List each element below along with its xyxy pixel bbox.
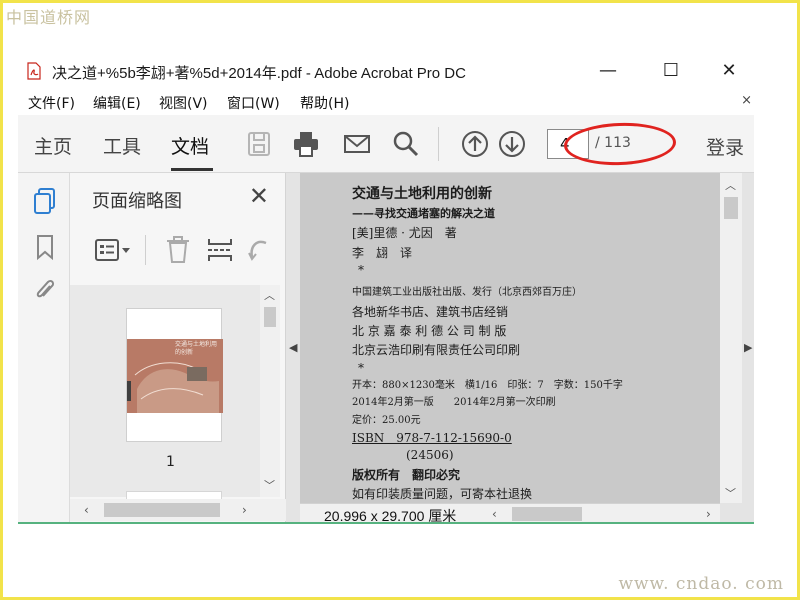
menu-file[interactable]: 文件(F): [28, 93, 75, 113]
doc-line-copyright: 版权所有 翻印必究: [352, 468, 461, 482]
page-down-icon[interactable]: [497, 129, 527, 159]
doc-line-price: 定价：25.00元: [352, 415, 421, 426]
status-scroll-right-icon[interactable]: ›: [706, 507, 711, 521]
minimize-button[interactable]: —: [592, 58, 624, 84]
thumbnail-scroll-thumb[interactable]: [264, 307, 276, 327]
menu-view[interactable]: 视图(V): [159, 93, 208, 113]
doc-line-return: 如有印装质量问题，可寄本社退换: [352, 487, 533, 501]
watermark-bottom-right: www. cndao. com: [618, 574, 784, 594]
thumbnail-page-1[interactable]: 交通与土地利用的创新: [126, 308, 223, 442]
menu-edit[interactable]: 编辑(E): [93, 93, 141, 113]
scroll-up-arrow-icon[interactable]: ︿: [264, 287, 275, 303]
extract-pages-icon[interactable]: [205, 235, 235, 265]
highlight-oval-annotation: [563, 121, 677, 167]
scroll-right-arrow-icon[interactable]: ›: [242, 503, 247, 517]
search-icon[interactable]: [391, 129, 421, 159]
thumbnail-vertical-scrollbar[interactable]: ︿ ﹀: [260, 285, 280, 497]
bookmark-icon[interactable]: [32, 233, 58, 261]
thumbnail-pane: 页面缩略图 ✕ 交通与土地利用的创新 1 ︿ ﹀ ‹ ›: [70, 173, 286, 524]
active-tab-indicator: [171, 168, 213, 171]
cover-title-text: 交通与土地利用的创新: [175, 341, 218, 356]
acrobat-window: 决之道+%5b李翃+著%5d+2014年.pdf - Adobe Acrobat…: [18, 52, 754, 524]
green-divider-line: [18, 522, 754, 524]
thumbnail-options-icon[interactable]: [94, 237, 134, 265]
status-bar: 20.996 x 29.700 厘米 ‹ ›: [300, 503, 720, 524]
document-vertical-scrollbar[interactable]: ︿ ﹀: [720, 173, 742, 503]
menu-window[interactable]: 窗口(W): [227, 93, 280, 113]
page-thumbnails-icon[interactable]: [32, 187, 58, 215]
menu-help[interactable]: 帮助(H): [300, 93, 349, 113]
doc-line-author: [美]里德 · 尤因 著: [352, 226, 457, 240]
thumbnail-list: 交通与土地利用的创新 1: [70, 285, 260, 499]
rotate-page-icon[interactable]: [246, 235, 270, 265]
previous-page-arrow-icon[interactable]: ◀: [289, 341, 297, 354]
doc-line-format: 开本：880×1230毫米 横1/16 印张：7 字数：150千字: [352, 380, 623, 391]
thumbnail-hscroll-thumb[interactable]: [104, 503, 220, 517]
doc-scroll-up-arrow-icon[interactable]: ︿: [725, 177, 736, 193]
thumbnail-page-number: 1: [166, 454, 175, 470]
thumbnail-tools-separator: [145, 235, 146, 265]
title-bar: 决之道+%5b李翃+著%5d+2014年.pdf - Adobe Acrobat…: [18, 52, 754, 90]
doc-line-distributor: 各地新华书店、建筑书店经销: [352, 305, 509, 319]
navigation-rail: [18, 173, 70, 524]
close-pane-icon[interactable]: ✕: [249, 182, 269, 210]
document-hscroll-thumb[interactable]: [512, 507, 582, 521]
mail-icon[interactable]: [342, 129, 372, 159]
doc-line-star-2: *: [358, 361, 364, 375]
toolbar-separator: [438, 127, 439, 161]
doc-line-translator: 李 翃 译: [352, 246, 413, 260]
doc-line-isbn: ISBN 978-7-112-15690-0: [352, 431, 512, 445]
menu-bar: 文件(F) 编辑(E) 视图(V) 窗口(W) 帮助(H) ×: [18, 90, 754, 114]
login-button[interactable]: 登录: [706, 133, 744, 160]
doc-line-star-1: *: [358, 263, 364, 277]
print-icon[interactable]: [291, 129, 321, 159]
delete-page-icon[interactable]: [164, 235, 192, 265]
save-icon[interactable]: [244, 129, 274, 159]
scroll-left-arrow-icon[interactable]: ‹: [84, 503, 89, 517]
doc-line-publisher: 中国建筑工业出版社出版、发行（北京西郊百万庄）: [352, 287, 582, 298]
doc-line-code: (24506): [406, 448, 454, 462]
document-scroll-thumb[interactable]: [724, 197, 738, 219]
status-scroll-left-icon[interactable]: ‹: [492, 507, 497, 521]
menu-close-icon[interactable]: ×: [741, 93, 752, 108]
doc-scroll-down-arrow-icon[interactable]: ﹀: [725, 485, 736, 501]
page-up-icon[interactable]: [460, 129, 490, 159]
main-toolbar: 主页 工具 文档 4 / 113 登录: [18, 115, 754, 173]
thumbnail-tools: [70, 223, 286, 281]
thumbnail-page-2-edge: [126, 491, 222, 499]
tab-home[interactable]: 主页: [34, 132, 72, 159]
maximize-button[interactable]: ☐: [655, 58, 687, 84]
doc-line-subtitle: ——寻找交通堵塞的解决之道: [352, 207, 495, 220]
close-window-button[interactable]: ✕: [713, 58, 745, 84]
window-title: 决之道+%5b李翃+著%5d+2014年.pdf - Adobe Acrobat…: [52, 65, 466, 82]
thumbnail-horizontal-scrollbar[interactable]: ‹ ›: [70, 499, 286, 521]
pdf-file-icon: [27, 62, 41, 80]
doc-line-printer: 北京云浩印刷有限责任公司印刷: [352, 343, 521, 357]
document-view: ◀ 交通与土地利用的创新 ——寻找交通堵塞的解决之道 [美]里德 · 尤因 著 …: [286, 173, 754, 524]
attachment-icon[interactable]: [32, 277, 58, 305]
scroll-down-arrow-icon[interactable]: ﹀: [264, 477, 275, 493]
tab-tools[interactable]: 工具: [103, 132, 141, 159]
tab-document[interactable]: 文档: [171, 132, 209, 159]
thumbnail-pane-title: 页面缩略图: [92, 191, 182, 212]
watermark-top-left: 中国道桥网: [6, 8, 92, 27]
next-page-arrow-icon[interactable]: ▶: [744, 341, 752, 354]
pdf-page: 交通与土地利用的创新 ——寻找交通堵塞的解决之道 [美]里德 · 尤因 著 李 …: [300, 173, 720, 503]
doc-line-edition: 2014年2月第一版 2014年2月第一次印刷: [352, 397, 556, 408]
doc-line-platemaker: 北 京 嘉 泰 利 德 公 司 制 版: [352, 324, 507, 338]
doc-line-title: 交通与土地利用的创新: [352, 186, 492, 202]
